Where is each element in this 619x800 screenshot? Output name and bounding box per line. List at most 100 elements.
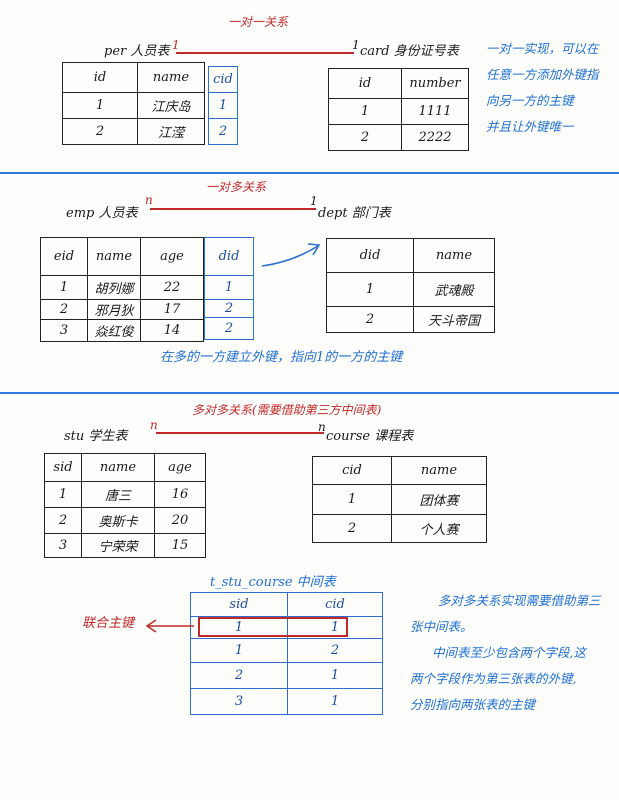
one-left-marker: 1 [172,38,180,52]
cell: 江滢 [137,118,205,145]
cell: 2 [312,514,392,543]
section-divider [0,392,619,394]
cell: 3 [40,319,88,342]
col-header-did: did [326,238,414,273]
table-row: 1 唐三 16 [44,481,206,508]
table-row: 2 邪月狄 17 [40,299,204,320]
cell: 1 [190,638,288,663]
cell: 1 [44,481,82,508]
many-marker: n [145,193,153,207]
table-row: 3 1 [190,688,383,715]
cell: 武魂殿 [413,272,495,307]
col-header-number: number [401,68,469,99]
course-table: cid name 1 团体赛 2 个人赛 [312,456,487,543]
cell: 1 [40,275,88,300]
cell: 14 [140,319,204,342]
note-line: 张中间表。 [410,619,473,634]
note-line: 任意一方添加外键指 [486,67,599,82]
one-right-marker: 1 [352,38,360,52]
cell: 天斗帝国 [413,306,495,333]
col-header-name: name [137,62,205,93]
cell: 邪月狄 [87,299,141,320]
table-row: 2 天斗帝国 [326,306,495,333]
cell: 2 [40,299,88,320]
table-row: 3 焱红俊 14 [40,319,204,342]
mid-table: sid cid 1 1 1 2 2 1 3 1 [190,592,383,715]
one-to-one-relation-line [176,52,354,54]
col-header-id: id [62,62,138,93]
table-row: 2 2222 [328,124,469,151]
one-to-one-title: 一对一关系 [228,15,289,29]
many-to-many-title: 多对多关系(需要借助第三方中间表) [192,403,382,417]
fk-cell: 1 [208,92,238,119]
cell: 22 [140,275,204,300]
per-table-label: per 人员表 [104,44,170,59]
col-header-age: age [140,237,204,276]
cell: 17 [140,299,204,320]
cell: 胡列娜 [87,275,141,300]
col-header-sid: sid [190,592,288,617]
table-header-row: id name [62,62,205,93]
cell: 江庆岛 [137,92,205,119]
composite-key-highlight [198,617,348,637]
col-header-name: name [413,238,495,273]
left-arrow-icon [145,619,194,633]
table-row: 1 胡列娜 22 [40,275,204,300]
fk-arrow-icon [261,243,321,267]
fk-cell: 1 [204,275,254,300]
one-to-many-note: 在多的一方建立外键，指向1的一方的主键 [160,350,403,365]
cell: 3 [190,688,288,715]
per-table: id name 1 江庆岛 2 江滢 [62,62,205,145]
note-line: 两个字段作为第三张表的外键, [410,671,577,686]
fk-cell: 2 [204,299,254,318]
one-marker: 1 [310,194,318,208]
cell: 16 [154,481,206,508]
table-row: 1 1111 [328,98,469,125]
cell: 1 [287,688,383,715]
fk-header-did: did [204,237,254,276]
dept-table-label: dept 部门表 [318,206,391,221]
cell: 2 [62,118,138,145]
table-row: 2 奥斯卡 20 [44,507,206,534]
one-to-many-relation-line [150,208,316,210]
many-left-marker: n [150,418,158,432]
cell: 宁荣荣 [81,533,155,558]
cell: 2 [328,124,402,151]
cell: 奥斯卡 [81,507,155,534]
cell: 1111 [401,98,469,125]
table-row: 1 武魂殿 [326,272,495,307]
emp-fk-column: did 1 2 2 [204,237,254,340]
note-line: 多对多关系实现需要借助第三 [438,593,601,608]
cell: 焱红俊 [87,319,141,342]
per-fk-column: cid 1 2 [208,66,238,145]
col-header-eid: eid [40,237,88,276]
fk-cell: 2 [204,317,254,340]
col-header-cid: cid [312,456,392,485]
table-row: 2 个人赛 [312,514,487,543]
note-line: 并且让外键唯一 [486,119,574,134]
stu-table: sid name age 1 唐三 16 2 奥斯卡 20 3 宁荣荣 15 [44,453,206,558]
note-line: 中间表至少包含两个字段,这 [432,645,586,660]
emp-table: eid name age 1 胡列娜 22 2 邪月狄 17 3 焱红俊 14 [40,237,204,342]
fk-header-cid: cid [208,66,238,93]
note-line: 分别指向两张表的主键 [410,697,536,712]
cell: 1 [326,272,414,307]
card-table-label: card 身份证号表 [360,44,459,59]
table-row: 1 江庆岛 [62,92,205,119]
note-line: 一对一实现，可以在 [486,41,599,56]
table-row: 2 江滢 [62,118,205,145]
emp-table-label: emp 人员表 [66,206,138,221]
col-header-cid: cid [287,592,383,617]
cell: 唐三 [81,481,155,508]
card-table: id number 1 1111 2 2222 [328,68,469,151]
col-header-sid: sid [44,453,82,482]
cell: 1 [62,92,138,119]
course-table-label: course 课程表 [326,429,414,444]
cell: 2 [190,662,288,689]
section-divider [0,172,619,174]
cell: 1 [312,484,392,515]
fk-cell: 2 [208,118,238,145]
note-line: 向另一方的主键 [486,93,574,108]
dept-table: did name 1 武魂殿 2 天斗帝国 [326,238,495,333]
col-header-age: age [154,453,206,482]
